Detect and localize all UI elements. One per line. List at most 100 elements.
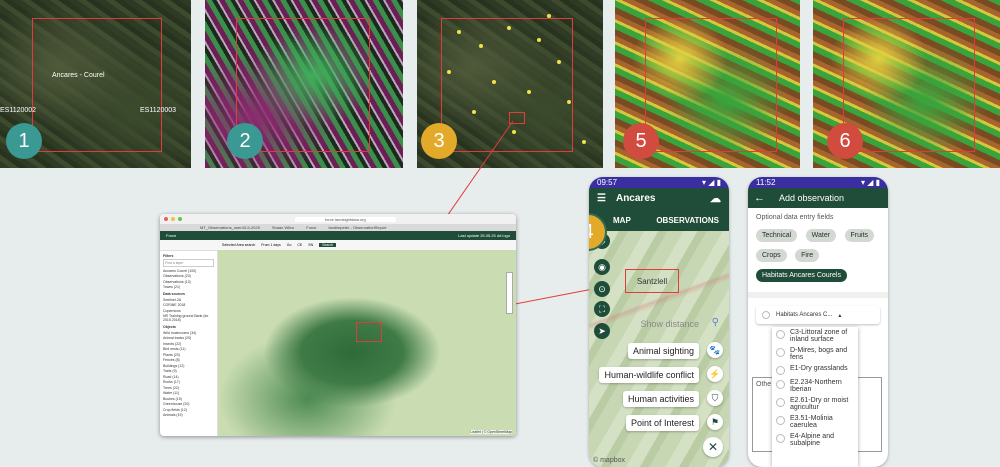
sidebar-item[interactable]: Ancares Courel (100) [163, 269, 214, 273]
browser-tab[interactable]: landimpeter - ObservationReport [329, 225, 387, 230]
compass-icon[interactable]: ➤ [594, 323, 610, 339]
object-item[interactable]: Bushes (15) [163, 397, 214, 401]
cloud-icon[interactable]: ☁ [710, 192, 721, 205]
habitat-option[interactable]: D-Mires, bogs and fens [772, 345, 858, 363]
data-source-item[interactable]: Sentinel-2A [163, 298, 214, 302]
data-source-item[interactable]: CORINE 2018 [163, 303, 214, 307]
data-sources-title: Data sources [163, 292, 185, 296]
chip-fruits[interactable]: Fruits [844, 229, 875, 242]
object-item[interactable]: Rocks (17) [163, 380, 214, 384]
data-source-item[interactable]: Copernicus [163, 309, 214, 313]
toolbar-item[interactable]: From 1 days [261, 243, 280, 247]
sidebar-item[interactable]: Observations (20) [163, 274, 214, 278]
tab-bar: MAP OBSERVATIONS [589, 209, 729, 231]
map-pin-icon[interactable]: ⚲ [712, 317, 719, 328]
map-place-label: Santzlell [625, 269, 679, 293]
animal-sighting-button[interactable]: Animal sighting [627, 343, 699, 359]
habitat-options-list: C3-Littoral zone of inland surface D-Mir… [772, 327, 858, 467]
habitat-option[interactable]: E2.61-Dry or moist agricultur [772, 395, 858, 413]
option-label: E4-Alpine and subalpine [790, 433, 834, 447]
layer-search-input[interactable]: Find a layer [163, 259, 214, 267]
chip-group: Technical Water Fruits Crops Fire Habita… [748, 224, 888, 284]
sidebar-item[interactable]: Observations (10) [163, 280, 214, 284]
browser-tab[interactable]: Force [306, 225, 316, 230]
option-label: D-Mires, bogs and fens [790, 347, 848, 361]
search-button[interactable]: Search [319, 243, 337, 247]
sidebar-item[interactable]: Towns (21) [163, 285, 214, 289]
object-item[interactable]: Animal tracks (20) [163, 336, 214, 340]
object-item[interactable]: Plants (23) [163, 353, 214, 357]
object-item[interactable]: Road (14) [163, 375, 214, 379]
habitat-option[interactable]: E4-Alpine and subalpine [772, 431, 858, 449]
object-item[interactable]: Trails (9) [163, 369, 214, 373]
conflict-icon[interactable]: ⚡ [707, 366, 723, 382]
toolbar-item[interactable]: SN [308, 243, 313, 247]
maximize-dot[interactable] [178, 217, 182, 221]
close-dot[interactable] [164, 217, 168, 221]
object-item[interactable]: Animals (19) [163, 413, 214, 417]
locate-icon[interactable]: ⊙ [594, 281, 610, 297]
chip-water[interactable]: Water [805, 229, 837, 242]
app-name: Force [166, 233, 177, 238]
paw-icon[interactable]: 🐾 [707, 342, 723, 358]
chip-technical[interactable]: Technical [756, 229, 798, 242]
toolbar-item[interactable]: Go [287, 243, 292, 247]
shield-icon[interactable]: ⛉ [707, 390, 723, 406]
desktop-browser-window: force.landsightdata.org MT_Observations_… [160, 214, 516, 436]
habitat-select[interactable]: Habitats Ancares C... ▴ [756, 306, 880, 324]
radio [776, 348, 785, 357]
close-fab[interactable]: ✕ [703, 437, 723, 457]
desktop-map-view[interactable]: Leaflet | © OpenStreetMap [218, 250, 516, 436]
show-distance-label[interactable]: Show distance [640, 319, 699, 329]
habitat-option[interactable]: E3.51-Molinia caerulea [772, 413, 858, 431]
human-wildlife-conflict-button[interactable]: Human-wildlife conflict [599, 367, 699, 383]
object-item[interactable]: Greenhouse (20) [163, 402, 214, 406]
chip-fire[interactable]: Fire [795, 249, 820, 262]
chip-crops[interactable]: Crops [756, 249, 787, 262]
clock: 11:52 [756, 178, 776, 187]
phone-add-observation-screen: 11:52 ▾ ◢ ▮ ← Add observation Optional d… [748, 177, 888, 467]
object-item[interactable]: Wild mushrooms (34) [163, 331, 214, 335]
chip-habitats[interactable]: Habitats Ancares Courels [756, 269, 847, 282]
minimize-dot[interactable] [171, 217, 175, 221]
object-item[interactable]: Insects (22) [163, 342, 214, 346]
object-item[interactable]: Trees (22) [163, 386, 214, 390]
pin-icon[interactable]: ◉ [594, 259, 610, 275]
optional-fields-label: Optional data entry fields [756, 214, 834, 221]
poi-icon[interactable]: ⚑ [707, 414, 723, 430]
toolbar-item[interactable]: Selected Area search [222, 243, 255, 247]
data-source-item[interactable]: NR Training ground Bank (for 2015 2018) [163, 314, 214, 322]
menu-icon[interactable]: ☰ [597, 193, 606, 204]
app-header: Force Last update 25.05.25 dd logo [160, 231, 516, 240]
zoom-controls[interactable] [506, 272, 513, 314]
habitat-option[interactable]: E1-Dry grasslands [772, 363, 858, 377]
filters-sidebar: Filters Find a layer Ancares Courel (100… [160, 250, 218, 436]
phone-map-view[interactable]: ◈ ◉ ⊙ ⛶ ➤ Santzlell Show distance ⚲ Anim… [589, 231, 729, 467]
screen-title: Add observation [779, 193, 845, 203]
back-arrow-icon[interactable]: ← [754, 192, 765, 204]
url-bar[interactable]: force.landsightdata.org [295, 216, 396, 222]
app-title: Ancares [615, 193, 656, 204]
map-selection-box [356, 322, 382, 342]
browser-tab[interactable]: MT_Observations_user43-5-2025 [200, 225, 260, 230]
human-activities-button[interactable]: Human activities [622, 391, 699, 407]
divider [748, 292, 888, 298]
status-bar: 09:57 ▾ ◢ ▮ [589, 177, 729, 188]
expand-icon[interactable]: ⛶ [594, 301, 610, 317]
option-label: E2.61-Dry or moist agricultur [790, 397, 849, 411]
object-item[interactable]: Buildings (12) [163, 364, 214, 368]
toolbar-item[interactable]: CE [297, 243, 302, 247]
tab-map[interactable]: MAP [613, 216, 631, 225]
browser-tab[interactable]: Shaan Wilco [272, 225, 294, 230]
object-item[interactable]: Crop fields (12) [163, 408, 214, 412]
object-item[interactable]: Bird nests (11) [163, 347, 214, 351]
tab-observations[interactable]: OBSERVATIONS [656, 216, 719, 225]
object-item[interactable]: Water (11) [163, 391, 214, 395]
object-item[interactable]: Fences (8) [163, 358, 214, 362]
option-label: E3.51-Molinia caerulea [790, 415, 833, 429]
clock: 09:57 [597, 178, 618, 187]
habitat-option[interactable]: E2.234-Northern Iberian [772, 377, 858, 395]
habitat-option[interactable]: C3-Littoral zone of inland surface [772, 327, 858, 345]
objects-title: Objects [163, 325, 176, 329]
point-of-interest-button[interactable]: Point of Interest [625, 415, 699, 431]
